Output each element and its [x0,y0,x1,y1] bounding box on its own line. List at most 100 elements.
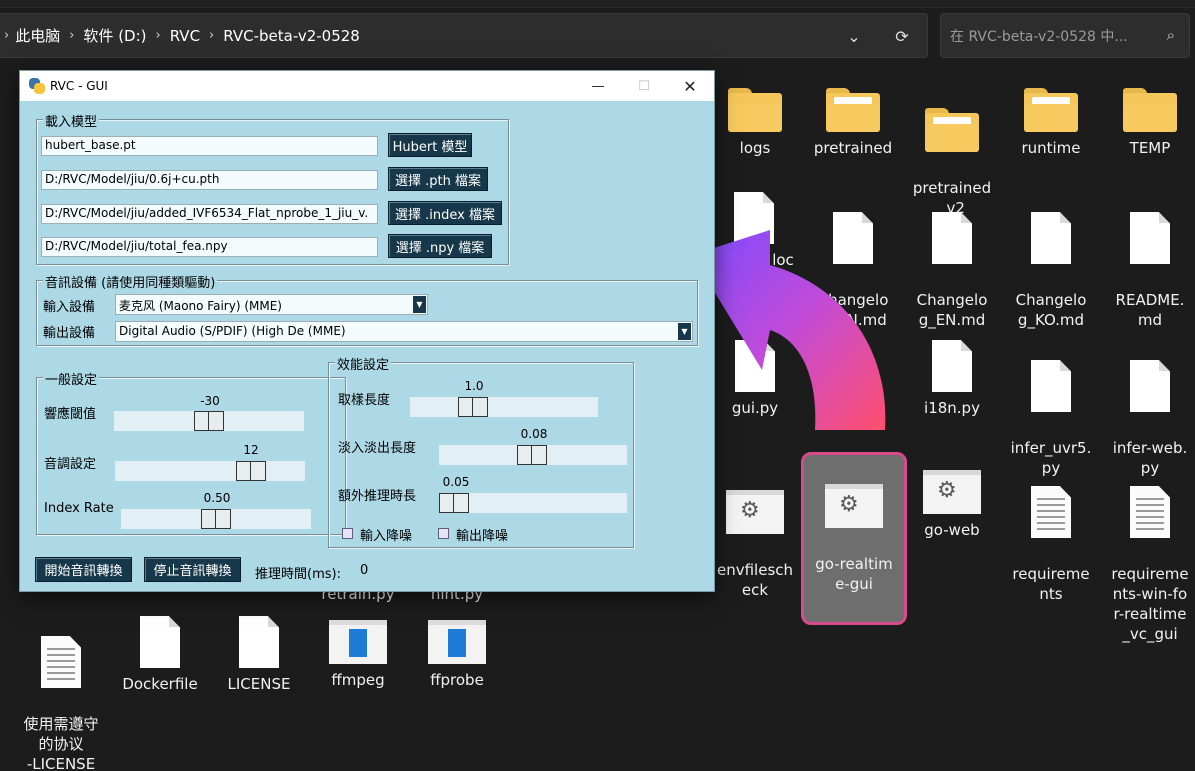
input-device-label: 輸入設備 [43,300,96,315]
search-placeholder: 在 RVC-beta-v2-0528 中... [950,28,1128,45]
slider-handle[interactable] [236,461,266,481]
file-envfilescheck[interactable]: ⚙ envfilesch eck [707,470,803,620]
search-input[interactable]: 在 RVC-beta-v2-0528 中... ⌕ [940,13,1190,58]
maximize-icon[interactable]: ☐ [621,71,667,101]
file-go-web[interactable]: ⚙ go-web [904,470,1000,540]
folder-logs[interactable]: logs [707,88,803,158]
chevron-right-icon: › [209,28,215,43]
extra-time-label: 額外推理時長 [338,489,417,504]
python-icon [29,78,45,94]
threshold-slider[interactable] [114,411,304,431]
close-icon[interactable]: ✕ [667,71,713,101]
item-label: requireme nts [1012,565,1090,603]
file-changelog-en[interactable]: Changelo g_EN.md [904,192,1000,350]
file-license-cn[interactable]: 使用需遵守 的协议 -LICENSE [13,616,109,771]
hubert-model-button[interactable]: Hubert 模型 [388,133,472,157]
item-label: TEMP [1129,139,1171,157]
text-file-icon [1031,486,1071,538]
folder-pretrained[interactable]: pretrained [805,88,901,158]
breadcrumb-rvc-beta[interactable]: RVC-beta-v2-0528 [223,27,360,45]
file-license[interactable]: LICENSE [211,616,307,694]
file-requirements[interactable]: requireme nts [1003,466,1099,624]
output-device-select[interactable]: Digital Audio (S/PDIF) (High De (MME) ▼ [115,321,693,342]
file-ffprobe[interactable]: ffprobe [409,620,505,690]
general-settings-title: 一般設定 [43,369,100,388]
file-i18n-py[interactable]: i18n.py [904,340,1000,418]
stop-conversion-button[interactable]: 停止音訊轉換 [144,557,241,582]
item-label: go-web [924,521,980,539]
start-conversion-button[interactable]: 開始音訊轉換 [35,557,132,582]
item-label: README. md [1115,291,1185,329]
curved-arrow-icon [692,230,886,430]
slider-handle[interactable] [458,397,488,417]
item-label: LICENSE [227,675,291,693]
dropdown-arrow-icon[interactable]: ▼ [413,296,426,313]
pitch-value: 12 [243,443,259,457]
sample-length-slider[interactable] [410,397,598,417]
hubert-path-field[interactable]: hubert_base.pt [41,136,378,156]
folder-temp[interactable]: TEMP [1102,88,1195,158]
window-titlebar[interactable]: RVC - GUI — ☐ ✕ [20,71,714,101]
gear-icon: ⚙ [740,498,760,523]
chevron-right-icon: › [4,28,10,43]
folder-icon [1024,88,1078,132]
folder-icon [826,88,880,132]
performance-settings-title: 效能設定 [335,354,392,373]
slider-handle[interactable] [517,445,547,465]
fade-length-value: 0.08 [520,427,548,441]
slider-handle[interactable] [201,509,231,529]
output-denoise-label: 輸出降噪 [456,529,509,544]
folder-icon [925,108,979,152]
batch-file-icon: ⚙ [923,470,981,514]
select-npy-button[interactable]: 選擇 .npy 檔案 [388,234,492,258]
npy-path-field[interactable]: D:/RVC/Model/jiu/total_fea.npy [41,237,378,257]
output-device-value: Digital Audio (S/PDIF) (High De (MME) [119,324,346,338]
file-requirements-win[interactable]: requireme nts-win-fo r-realtime _vc_gui [1102,466,1195,664]
input-device-value: 麦克风 (Maono Fairy) (MME) [119,299,282,313]
file-readme[interactable]: README. md [1102,192,1195,350]
select-index-button[interactable]: 選擇 .index 檔案 [388,201,502,225]
search-icon: ⌕ [1166,26,1175,44]
slider-handle[interactable] [194,411,224,431]
pth-path-field[interactable]: D:/RVC/Model/jiu/0.6j+cu.pth [41,170,378,190]
breadcrumb-drive-d[interactable]: 软件 (D:) [83,25,146,46]
gear-icon: ⚙ [937,478,957,503]
input-denoise-checkbox[interactable] [342,528,353,539]
folder-icon [1123,88,1177,132]
extra-time-value: 0.05 [442,475,470,489]
file-go-realtime-gui[interactable]: ⚙ go-realtim e-gui [801,452,907,625]
document-icon [932,340,972,392]
document-icon [1130,212,1170,264]
file-dockerfile[interactable]: Dockerfile [112,616,208,694]
breadcrumb-rvc[interactable]: RVC [170,27,200,45]
text-file-icon [41,636,81,688]
dropdown-arrow-icon[interactable]: ▼ [678,323,691,340]
select-pth-button[interactable]: 選擇 .pth 檔案 [388,167,488,191]
pitch-slider[interactable] [115,461,305,481]
sample-length-label: 取樣長度 [338,393,391,408]
batch-file-icon: ⚙ [726,490,784,534]
input-device-select[interactable]: 麦克风 (Maono Fairy) (MME) ▼ [115,294,428,315]
breadcrumb-this-pc[interactable]: 此电脑 [15,25,60,46]
breadcrumb: › 此电脑 › 软件 (D:) › RVC › RVC-beta-v2-0528 [4,25,360,46]
file-ffmpeg[interactable]: ffmpeg [310,620,406,690]
folder-runtime[interactable]: runtime [1003,88,1099,158]
address-bar[interactable]: › 此电脑 › 软件 (D:) › RVC › RVC-beta-v2-0528… [0,13,928,58]
fade-length-slider[interactable] [439,445,627,465]
slider-handle[interactable] [439,493,469,513]
file-changelog-ko[interactable]: Changelo g_KO.md [1003,192,1099,350]
index-path-field[interactable]: D:/RVC/Model/jiu/added_IVF6534_Flat_npro… [41,204,378,224]
inference-time-label: 推理時間(ms): [255,567,341,582]
index-rate-slider[interactable] [121,509,311,529]
chevron-right-icon: › [155,28,161,43]
output-device-label: 輸出設備 [43,326,96,341]
refresh-icon[interactable]: ⟳ [888,22,916,50]
extra-time-slider[interactable] [439,493,627,513]
item-label: Dockerfile [122,675,198,693]
output-denoise-checkbox[interactable] [438,528,449,539]
chevron-down-icon[interactable]: ⌄ [840,22,868,50]
rvc-gui-window[interactable]: RVC - GUI — ☐ ✕ 載入模型 hubert_base.pt Hube… [19,70,715,592]
pitch-label: 音調設定 [44,457,97,472]
minimize-icon[interactable]: — [575,71,621,101]
document-icon [1031,360,1071,412]
